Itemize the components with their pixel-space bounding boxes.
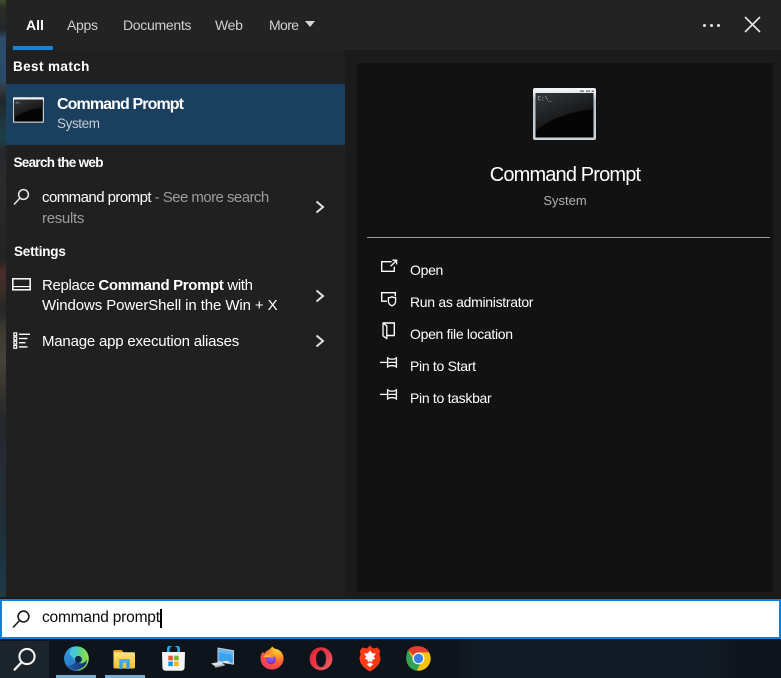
svg-text:≡\: ≡\ xyxy=(15,101,20,106)
svg-text:C:\_: C:\_ xyxy=(538,96,553,103)
